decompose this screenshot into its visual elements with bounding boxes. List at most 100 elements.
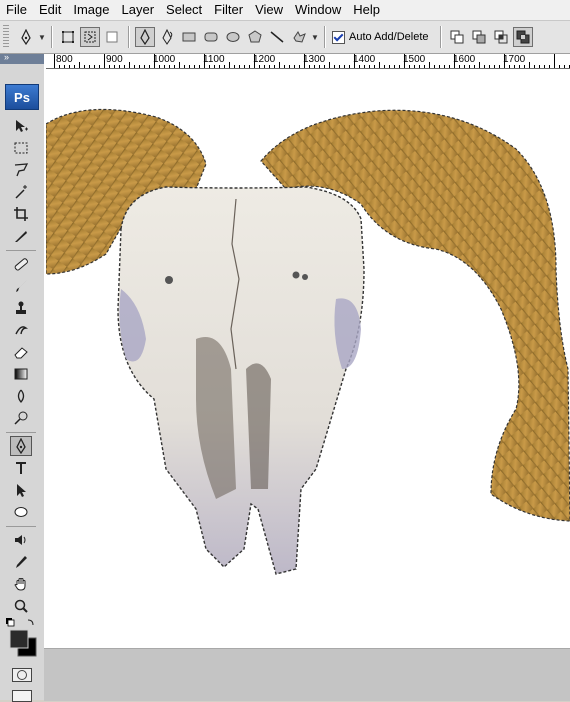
quick-mask-button[interactable]: [12, 668, 32, 682]
gradient-tool[interactable]: [10, 364, 32, 384]
ruler-tick: [214, 65, 215, 68]
blur-tool[interactable]: [10, 386, 32, 406]
ruler-tick: [484, 65, 485, 68]
brush-tool[interactable]: [10, 276, 32, 296]
add-to-path-button[interactable]: [447, 27, 467, 47]
menu-edit[interactable]: Edit: [33, 0, 67, 20]
fill-pixels-button[interactable]: [102, 27, 122, 47]
swap-colors-icon[interactable]: [27, 619, 34, 626]
ruler-tick: [369, 65, 370, 68]
lasso-tool[interactable]: [10, 160, 32, 180]
ruler-tick: [514, 65, 515, 68]
polygon-icon: [248, 30, 262, 43]
magnifier-icon: [14, 599, 28, 613]
path-selection-tool[interactable]: [10, 480, 32, 500]
menu-help[interactable]: Help: [347, 0, 386, 20]
subtract-from-path-button[interactable]: [469, 27, 489, 47]
eraser-tool[interactable]: [10, 342, 32, 362]
custom-shape-option[interactable]: [289, 27, 309, 47]
menu-filter[interactable]: Filter: [208, 0, 249, 20]
zoom-tool[interactable]: [10, 596, 32, 616]
polygon-option[interactable]: [245, 27, 265, 47]
menu-window[interactable]: Window: [289, 0, 347, 20]
menu-file[interactable]: File: [0, 0, 33, 20]
history-brush-tool[interactable]: [10, 320, 32, 340]
fill-pixels-icon: [106, 31, 118, 43]
ruler-tick: [374, 65, 375, 68]
freeform-pen-option[interactable]: [157, 27, 177, 47]
ruler-tick: [469, 65, 470, 68]
ruler-tick: [289, 65, 290, 68]
paths-icon: [84, 31, 96, 43]
menu-view[interactable]: View: [249, 0, 289, 20]
menu-image[interactable]: Image: [67, 0, 115, 20]
menu-layer[interactable]: Layer: [116, 0, 161, 20]
type-tool[interactable]: [10, 458, 32, 478]
color-swatches[interactable]: [6, 618, 38, 658]
ruler-tick: [104, 54, 105, 68]
ram-skull-image: [46, 108, 570, 575]
marquee-tool[interactable]: [10, 138, 32, 158]
ruler-tick: [114, 65, 115, 68]
auto-add-delete-checkbox[interactable]: [332, 30, 345, 44]
eyedropper-tool[interactable]: [10, 552, 32, 572]
foreground-color-swatch[interactable]: [9, 629, 29, 649]
ruler-tick: [454, 54, 455, 68]
pen-preset-button[interactable]: [16, 27, 36, 47]
line-option[interactable]: [267, 27, 287, 47]
ruler-tick: [509, 65, 510, 68]
ruler-tick: [54, 54, 55, 68]
ruler-tick: [449, 65, 450, 68]
ruler-tick: [144, 65, 145, 68]
ellipse-option[interactable]: [223, 27, 243, 47]
ruler-tick: [529, 62, 530, 68]
exclude-overlap-button[interactable]: [512, 27, 533, 47]
options-separator: [439, 26, 441, 48]
document-canvas[interactable]: [46, 69, 570, 648]
shape-layers-button[interactable]: [58, 27, 78, 47]
screen-mode-button[interactable]: [12, 690, 32, 702]
magic-wand-tool[interactable]: [10, 182, 32, 202]
geometry-options-dropdown-icon[interactable]: ▼: [311, 33, 319, 42]
photoshop-logo[interactable]: Ps: [5, 84, 39, 110]
preset-dropdown-icon[interactable]: ▼: [38, 33, 46, 42]
ruler-tick: [169, 65, 170, 68]
crop-tool[interactable]: [10, 204, 32, 224]
pen-tool-option[interactable]: [135, 27, 155, 47]
shape-tool[interactable]: [10, 502, 32, 522]
blur-icon: [17, 389, 25, 404]
options-bar: ▼ ▼ Auto Add/Delete: [0, 21, 570, 54]
pen-tool[interactable]: [10, 436, 32, 456]
ruler-tick: [339, 65, 340, 68]
hand-icon: [14, 578, 26, 591]
ruler-label: 1200: [253, 54, 276, 65]
rectangle-option[interactable]: [179, 27, 199, 47]
ruler-tick: [239, 65, 240, 68]
rounded-rectangle-option[interactable]: [201, 27, 221, 47]
collapse-icon[interactable]: »: [4, 52, 9, 62]
rounded-rectangle-icon: [204, 32, 218, 42]
notes-tool[interactable]: [10, 530, 32, 550]
slice-tool[interactable]: [10, 226, 32, 246]
ruler-tick: [549, 65, 550, 68]
clone-stamp-tool[interactable]: [10, 298, 32, 318]
menu-select[interactable]: Select: [160, 0, 208, 20]
ruler-tick: [274, 65, 275, 68]
hand-tool[interactable]: [10, 574, 32, 594]
paths-mode-button[interactable]: [80, 27, 100, 47]
ruler-tick: [349, 65, 350, 68]
move-tool[interactable]: [10, 116, 32, 136]
ruler-tick: [234, 65, 235, 68]
ruler-label: 800: [56, 54, 73, 65]
ruler-tick: [219, 65, 220, 68]
healing-brush-tool[interactable]: [10, 254, 32, 274]
intersect-path-button[interactable]: [491, 27, 511, 47]
options-grip[interactable]: [3, 25, 9, 49]
right-foramen: [292, 271, 300, 279]
ruler-tick: [384, 65, 385, 68]
dodge-tool[interactable]: [10, 408, 32, 428]
ruler-tick: [59, 65, 60, 68]
ruler-tick: [209, 65, 210, 68]
toolbox-header[interactable]: »: [0, 52, 44, 64]
ruler-tick: [99, 65, 100, 68]
